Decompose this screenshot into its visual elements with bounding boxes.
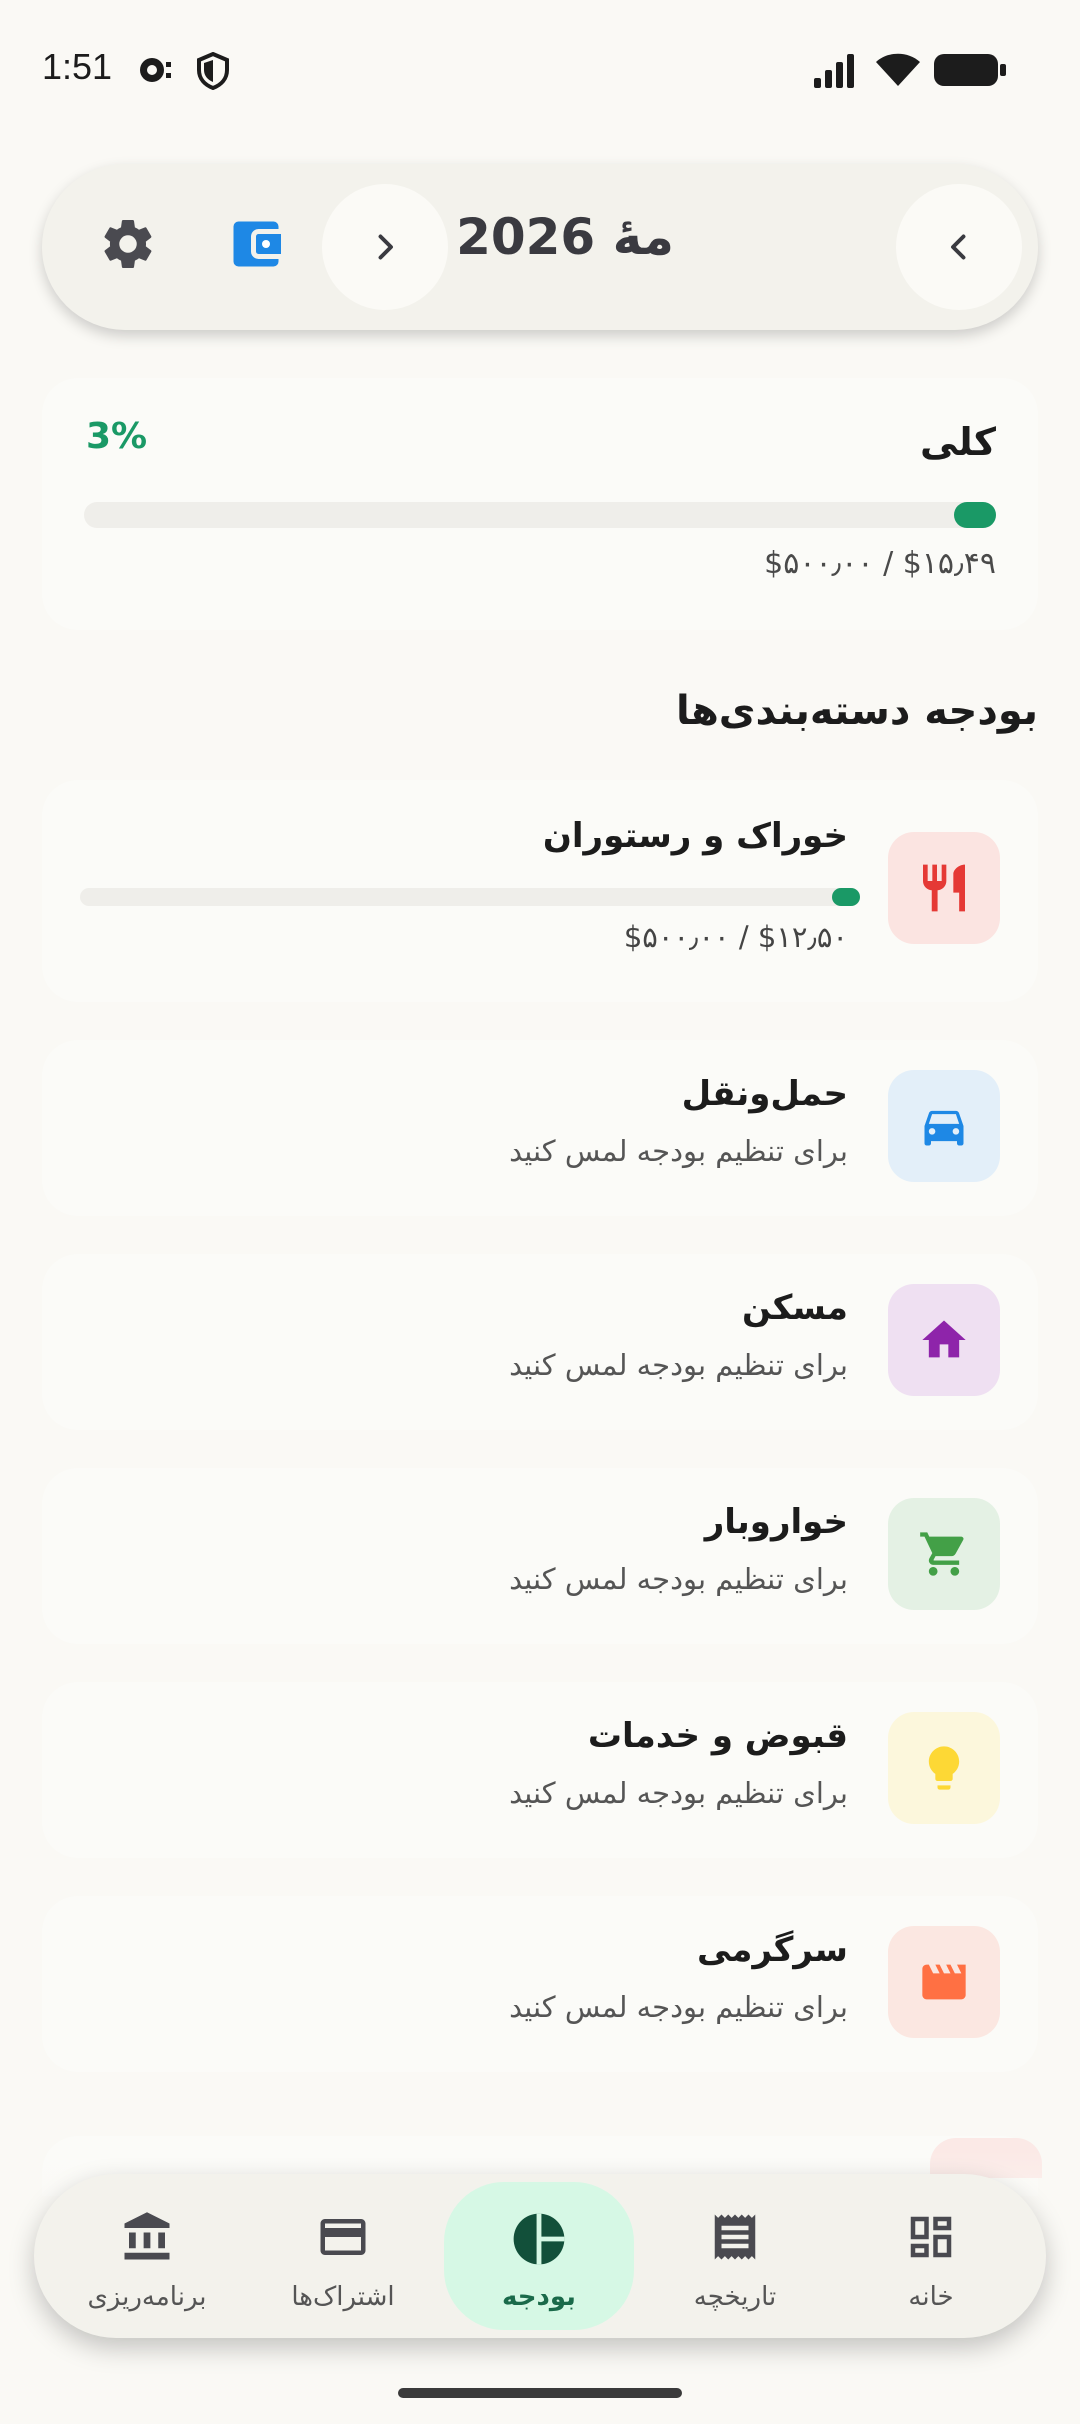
nav-item-planning[interactable]: برنامه‌ریزی <box>52 2182 242 2330</box>
category-icon-badge <box>888 832 1000 944</box>
category-subtitle: برای تنظیم بودجه لمس کنید <box>509 1990 848 2024</box>
bank-icon <box>124 2212 170 2260</box>
clapperboard-icon <box>922 1964 966 2000</box>
credit-card-icon <box>320 2219 366 2255</box>
nav-label: بودجه <box>502 2282 576 2312</box>
category-name: حمل‌ونقل <box>681 1074 848 1114</box>
category-icon-badge <box>888 1498 1000 1610</box>
nav-item-home[interactable]: خانه <box>836 2182 1026 2330</box>
category-card-groceries[interactable]: خواروبار برای تنظیم بودجه لمس کنید <box>42 1468 1038 1644</box>
month-selector: مهٔ 2026 <box>42 164 1038 330</box>
category-subtitle: برای تنظیم بودجه لمس کنید <box>509 1134 848 1168</box>
category-icon-badge <box>888 1926 1000 2038</box>
category-icon-badge <box>888 1712 1000 1824</box>
category-card-transport[interactable]: حمل‌ونقل برای تنظیم بودجه لمس کنید <box>42 1040 1038 1216</box>
previous-month-button[interactable] <box>896 184 1022 310</box>
category-subtitle: برای تنظیم بودجه لمس کنید <box>509 1562 848 1596</box>
signal-icon <box>814 52 862 92</box>
home-indicator[interactable] <box>398 2388 682 2398</box>
car-icon <box>924 1110 964 1146</box>
category-subtitle: برای تنظیم بودجه لمس کنید <box>509 1776 848 1810</box>
category-subtitle: برای تنظیم بودجه لمس کنید <box>509 1348 848 1382</box>
overall-label: کلی <box>919 420 996 464</box>
category-name: خوراک و رستوران <box>542 816 848 856</box>
category-name: سرگرمی <box>697 1930 848 1970</box>
shield-icon <box>196 51 230 94</box>
category-name: قبوض و خدمات <box>587 1716 848 1756</box>
dashboard-icon <box>910 2216 952 2258</box>
pie-chart-icon <box>513 2213 565 2265</box>
nav-label: اشتراک‌ها <box>291 2282 395 2312</box>
cart-icon <box>920 1532 964 1576</box>
lightbulb-icon <box>928 1746 960 1790</box>
category-card-entertainment[interactable]: سرگرمی برای تنظیم بودجه لمس کنید <box>42 1896 1038 2072</box>
category-name: مسکن <box>741 1288 848 1328</box>
nav-label: خانه <box>908 2282 954 2312</box>
overall-budget-card[interactable]: کلی 3% $۱۵٫۴۹ / $۵۰۰٫۰۰ <box>42 378 1038 630</box>
battery-icon <box>934 52 1008 92</box>
notification-icon <box>136 52 176 92</box>
category-icon-badge <box>888 1284 1000 1396</box>
wifi-icon <box>874 52 922 92</box>
nav-label: تاریخچه <box>693 2282 777 2312</box>
overall-amount: $۱۵٫۴۹ / $۵۰۰٫۰۰ <box>764 546 996 581</box>
category-card-food[interactable]: خوراک و رستوران $۱۲٫۵۰ / $۵۰۰٫۰۰ <box>42 780 1038 1002</box>
nav-item-history[interactable]: تاریخچه <box>640 2182 830 2330</box>
category-progress-bar <box>80 888 860 906</box>
chevron-left-icon <box>951 234 966 260</box>
category-card-housing[interactable]: مسکن برای تنظیم بودجه لمس کنید <box>42 1254 1038 1430</box>
category-card-bills[interactable]: قبوض و خدمات برای تنظیم بودجه لمس کنید <box>42 1682 1038 1858</box>
receipt-icon <box>714 2214 756 2260</box>
home-icon <box>922 1320 966 1358</box>
overall-progress-bar <box>84 502 996 528</box>
section-heading: بودجه دسته‌بندی‌ها <box>676 688 1038 734</box>
category-progress-fill <box>832 888 860 906</box>
bottom-navigation: برنامه‌ریزی اشتراک‌ها بودجه تاریخچه خانه <box>34 2174 1046 2338</box>
category-amount: $۱۲٫۵۰ / $۵۰۰٫۰۰ <box>623 920 848 954</box>
overall-percent: 3% <box>86 416 148 457</box>
status-time: 1:51 <box>42 46 113 87</box>
overall-progress-fill <box>954 502 996 528</box>
nav-label: برنامه‌ریزی <box>87 2282 207 2312</box>
status-bar: 1:51 <box>0 0 1080 140</box>
restaurant-icon <box>923 864 965 912</box>
nav-item-subscriptions[interactable]: اشتراک‌ها <box>248 2182 438 2330</box>
month-title: مهٔ 2026 <box>456 208 674 266</box>
nav-item-budget[interactable]: بودجه <box>444 2182 634 2330</box>
category-name: خواروبار <box>704 1502 848 1542</box>
category-icon-badge <box>888 1070 1000 1182</box>
